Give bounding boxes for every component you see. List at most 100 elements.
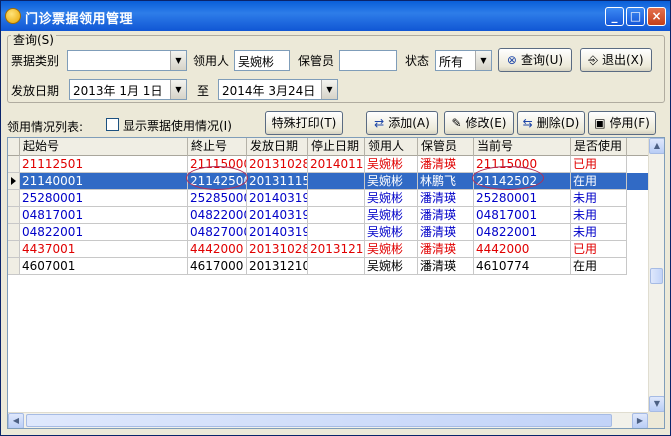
table-cell-recipient[interactable]: 吴婉彬	[365, 241, 418, 258]
keeper-input[interactable]	[339, 50, 397, 71]
show-usage-label[interactable]: 显示票据使用情况(I)	[123, 117, 232, 134]
add-button[interactable]: ⇄ 添加(A)	[366, 111, 438, 135]
table-cell-issue[interactable]: 20131115	[247, 173, 308, 190]
table-cell-recipient[interactable]: 吴婉彬	[365, 207, 418, 224]
table-cell-used[interactable]: 未用	[571, 224, 627, 241]
table-row[interactable]: 25280001 25285000 20140319 吴婉彬 潘清瑛 25280001 未用	[8, 190, 648, 207]
table-cell-keeper[interactable]: 潘清瑛	[418, 258, 474, 275]
exit-button[interactable]: ⎆ 退出(X)	[580, 48, 652, 72]
column-header[interactable]: 停止日期	[308, 138, 365, 156]
search-button[interactable]: ⊗ 查询(U)	[498, 48, 572, 72]
row-indicator[interactable]	[8, 173, 20, 190]
show-usage-checkbox[interactable]	[106, 118, 119, 131]
scroll-right-icon[interactable]: ▶	[632, 413, 648, 428]
table-cell-issue[interactable]: 20131028	[247, 156, 308, 173]
table-cell-stop[interactable]	[308, 173, 365, 190]
scroll-left-icon[interactable]: ◀	[8, 413, 24, 428]
table-cell-start[interactable]: 21112501	[20, 156, 188, 173]
table-row[interactable]: 4437001 4442000 20131028 20131218 吴婉彬 潘清瑛 4442…	[8, 241, 648, 258]
column-header[interactable]: 終止号	[188, 138, 247, 156]
table-cell-issue[interactable]: 20140319	[247, 207, 308, 224]
title-bar[interactable]: 门诊票据领用管理 _ □ ×	[1, 1, 670, 31]
row-indicator[interactable]	[8, 224, 20, 241]
table-cell-issue[interactable]: 20131028	[247, 241, 308, 258]
table-row[interactable]: 04817001 04822000 20140319 吴婉彬 潘清瑛 04817001 未用	[8, 207, 648, 224]
chevron-down-icon[interactable]: ▼	[170, 80, 186, 99]
table-cell-used[interactable]: 在用	[571, 173, 627, 190]
horizontal-scroll-thumb[interactable]	[26, 414, 612, 427]
table-cell-used[interactable]: 已用	[571, 241, 627, 258]
table-cell-start[interactable]: 04822001	[20, 224, 188, 241]
column-header[interactable]: 当前号	[474, 138, 571, 156]
table-row[interactable]: 21112501 21115000 20131028 20140110 吴婉彬 潘清瑛 21…	[8, 156, 648, 173]
row-indicator[interactable]	[8, 258, 20, 275]
table-cell-recipient[interactable]: 吴婉彬	[365, 156, 418, 173]
table-cell-recipient[interactable]: 吴婉彬	[365, 258, 418, 275]
table-cell-end[interactable]: 04822000	[188, 207, 247, 224]
table-cell-start[interactable]: 04817001	[20, 207, 188, 224]
table-cell-stop[interactable]	[308, 190, 365, 207]
table-cell-end[interactable]: 04827000	[188, 224, 247, 241]
table-cell-end[interactable]: 21142500	[188, 173, 247, 190]
table-cell-used[interactable]: 未用	[571, 207, 627, 224]
table-row[interactable]: 04822001 04827000 20140319 吴婉彬 潘清瑛 04822001 未用	[8, 224, 648, 241]
edit-button[interactable]: ✎ 修改(E)	[444, 111, 514, 135]
column-header[interactable]: 发放日期	[247, 138, 308, 156]
row-indicator[interactable]	[8, 156, 20, 173]
table-cell-keeper[interactable]: 潘清瑛	[418, 241, 474, 258]
date-to-picker[interactable]: 2014年 3月24日 ▼	[218, 79, 338, 100]
table-cell-used[interactable]: 在用	[571, 258, 627, 275]
table-cell-stop[interactable]: 20140110	[308, 156, 365, 173]
table-cell-end[interactable]: 4442000	[188, 241, 247, 258]
table-cell-end[interactable]: 21115000	[188, 156, 247, 173]
delete-button[interactable]: ⇆ 删除(D)	[517, 111, 585, 135]
column-header[interactable]: 领用人	[365, 138, 418, 156]
special-print-button[interactable]: 特殊打印(T)	[265, 111, 343, 135]
table-cell-used[interactable]: 已用	[571, 156, 627, 173]
table-row[interactable]: 4607001 4617000 20131210 吴婉彬 潘清瑛 4610774 在用	[8, 258, 648, 275]
recipient-input[interactable]: 吴婉彬	[234, 50, 290, 71]
table-cell-issue[interactable]: 20131210	[247, 258, 308, 275]
table-cell-start[interactable]: 25280001	[20, 190, 188, 207]
row-indicator[interactable]	[8, 190, 20, 207]
table-cell-current[interactable]: 04817001	[474, 207, 571, 224]
table-cell-stop[interactable]: 20131218	[308, 241, 365, 258]
table-cell-start[interactable]: 4437001	[20, 241, 188, 258]
table-row[interactable]: 21140001 21142500 20131115 吴婉彬 林鹏飞 21142502 在用	[8, 173, 648, 190]
table-cell-stop[interactable]	[308, 207, 365, 224]
table-cell-keeper[interactable]: 林鹏飞	[418, 173, 474, 190]
column-header[interactable]: 是否使用	[571, 138, 627, 156]
table-cell-current[interactable]: 25280001	[474, 190, 571, 207]
table-cell-used[interactable]: 未用	[571, 190, 627, 207]
table-cell-end[interactable]: 25285000	[188, 190, 247, 207]
row-indicator[interactable]	[8, 207, 20, 224]
type-select[interactable]: ▼	[67, 50, 187, 71]
table-cell-keeper[interactable]: 潘清瑛	[418, 190, 474, 207]
table-cell-current[interactable]: 21115000	[474, 156, 571, 173]
status-select[interactable]: 所有 ▼	[435, 50, 492, 71]
vertical-scroll-thumb[interactable]	[650, 268, 663, 284]
table-cell-keeper[interactable]: 潘清瑛	[418, 224, 474, 241]
chevron-down-icon[interactable]: ▼	[321, 80, 337, 99]
chevron-down-icon[interactable]: ▼	[170, 51, 186, 70]
table-cell-current[interactable]: 21142502	[474, 173, 571, 190]
horizontal-scrollbar[interactable]: ◀ ▶	[8, 412, 648, 428]
scroll-down-icon[interactable]: ▼	[649, 396, 664, 412]
row-indicator[interactable]	[8, 241, 20, 258]
maximize-button[interactable]: □	[626, 7, 645, 26]
disable-button[interactable]: ▣ 停用(F)	[588, 111, 656, 135]
minimize-button[interactable]: _	[605, 7, 624, 26]
table-cell-issue[interactable]: 20140319	[247, 224, 308, 241]
table-cell-end[interactable]: 4617000	[188, 258, 247, 275]
date-from-picker[interactable]: 2013年 1月 1日 ▼	[69, 79, 187, 100]
table-cell-stop[interactable]	[308, 224, 365, 241]
scroll-up-icon[interactable]: ▲	[649, 138, 664, 154]
table-cell-current[interactable]: 4610774	[474, 258, 571, 275]
table-cell-current[interactable]: 04822001	[474, 224, 571, 241]
table-cell-start[interactable]: 4607001	[20, 258, 188, 275]
chevron-down-icon[interactable]: ▼	[475, 51, 491, 70]
usage-table[interactable]: 起始号 終止号 发放日期 停止日期 领用人 保管员 当前号 是否使用 21112…	[7, 137, 665, 429]
table-cell-keeper[interactable]: 潘清瑛	[418, 156, 474, 173]
column-header[interactable]: 保管员	[418, 138, 474, 156]
column-header[interactable]: 起始号	[20, 138, 188, 156]
